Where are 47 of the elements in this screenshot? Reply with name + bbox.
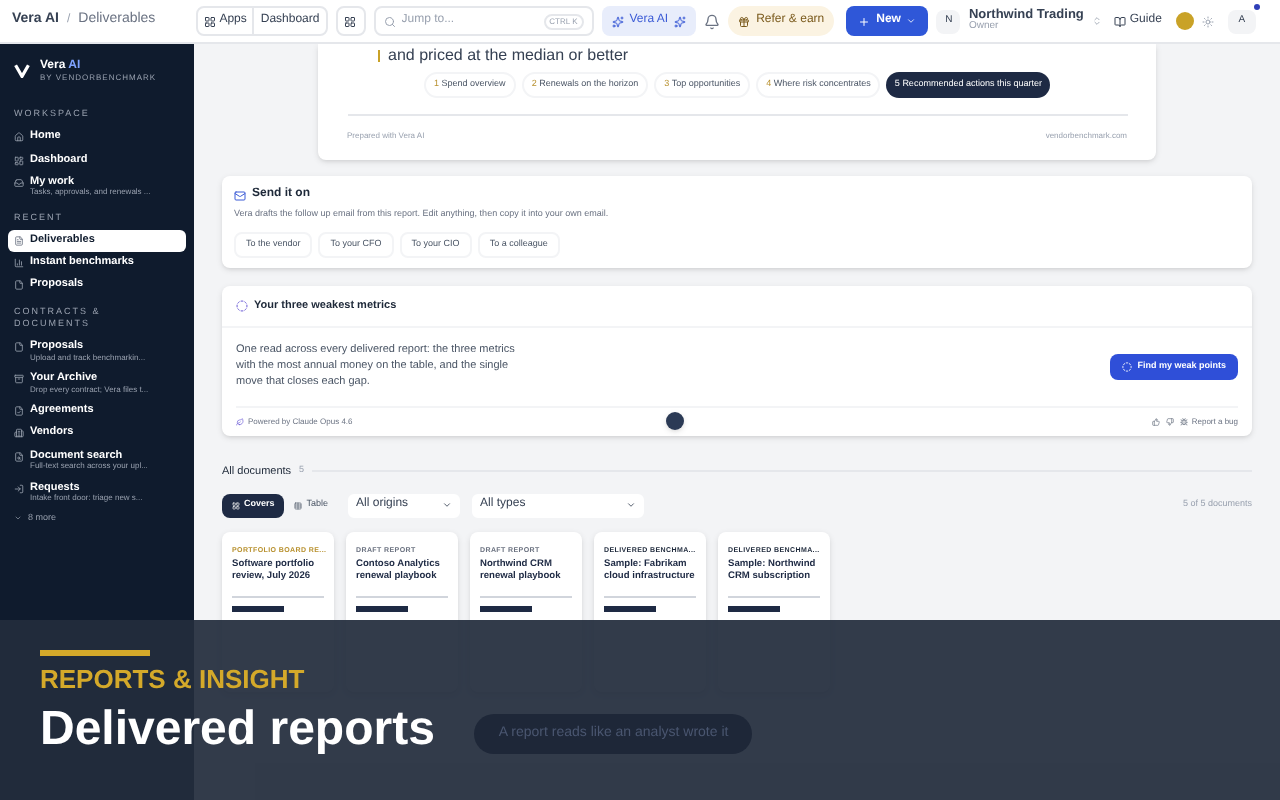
- logo-icon: [14, 62, 30, 79]
- report-text: and priced at the median or better: [388, 48, 629, 64]
- accent-rule: [40, 650, 150, 656]
- item-icon: [14, 428, 24, 439]
- thumbs-down-icon[interactable]: [1165, 417, 1174, 425]
- progress-icon: [1121, 361, 1132, 372]
- switcher-icon[interactable]: [1091, 16, 1102, 26]
- item-icon: [14, 258, 24, 269]
- search-icon: [383, 15, 396, 27]
- leaf-icon: [236, 417, 244, 425]
- menu-button[interactable]: [335, 6, 366, 36]
- cover-bar: [728, 605, 780, 612]
- book-icon: [1113, 15, 1126, 27]
- caret-icon: [906, 16, 917, 26]
- notification-icon[interactable]: [704, 13, 721, 29]
- item-icon: [14, 155, 24, 166]
- thumbs-up-icon[interactable]: [1151, 417, 1160, 425]
- caret-icon: [626, 500, 637, 511]
- item-icon: [14, 342, 24, 353]
- caption-title: Delivered reports: [40, 706, 435, 754]
- item-icon: [14, 483, 24, 494]
- gift-icon: [738, 15, 751, 27]
- item-icon: [14, 280, 24, 291]
- item-icon: [14, 132, 24, 143]
- grid-icon: [232, 501, 240, 510]
- grid-icon: [344, 15, 357, 27]
- cover-bar: [232, 605, 284, 612]
- status-coin-icon: [1175, 12, 1194, 30]
- item-icon: [14, 451, 24, 462]
- item-icon: [14, 236, 24, 247]
- item-icon: [14, 406, 24, 417]
- table-icon: [294, 501, 303, 510]
- cover-bar: [356, 605, 408, 612]
- theme-icon[interactable]: [1201, 15, 1214, 27]
- bug-icon: [1179, 417, 1188, 425]
- cover-bar: [480, 605, 532, 612]
- caret-icon: [442, 500, 453, 511]
- sparkle-icon: [611, 15, 624, 27]
- item-icon: [14, 374, 24, 385]
- item-icon: [14, 177, 24, 188]
- grid-icon: [203, 15, 216, 27]
- plus-icon: [858, 15, 871, 27]
- sparkle-icon: [674, 15, 687, 27]
- mail-icon: [234, 189, 246, 201]
- assistant-orb-icon: [666, 411, 684, 429]
- progress-icon: [236, 299, 248, 312]
- cover-bar: [604, 605, 656, 612]
